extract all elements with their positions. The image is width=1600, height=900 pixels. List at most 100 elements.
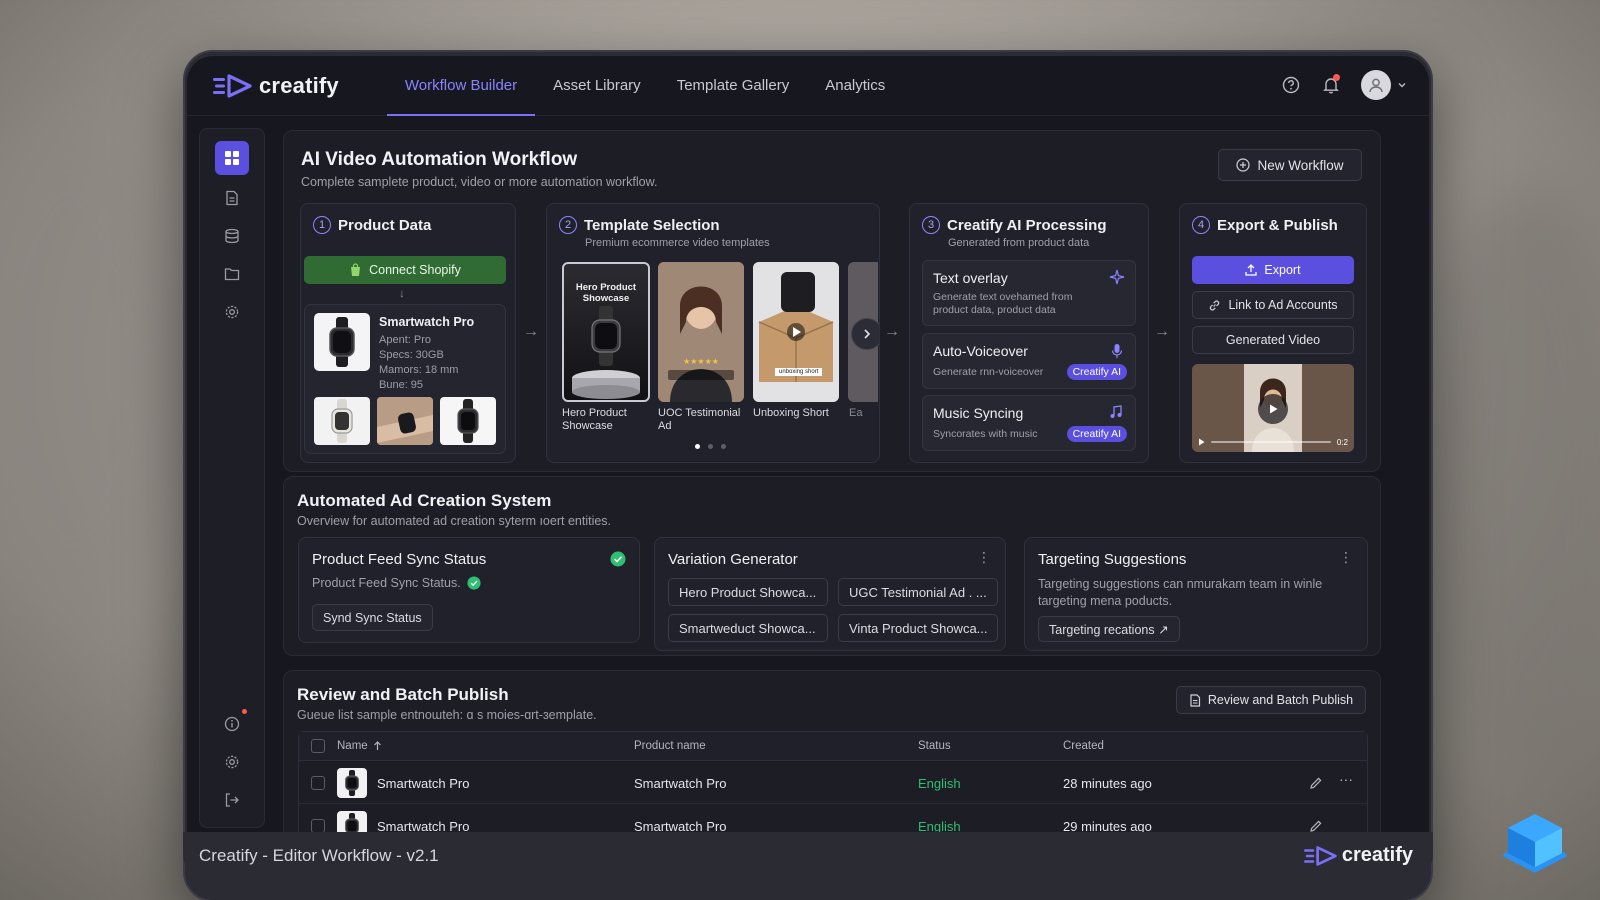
sidebar-item-database[interactable]: [215, 219, 249, 253]
product-thumbnail[interactable]: [314, 397, 370, 445]
feature-desc: Generate text ovehamed from product data…: [933, 291, 1073, 316]
sync-status-button[interactable]: Synd Sync Status: [312, 604, 433, 631]
row-checkbox[interactable]: [311, 819, 325, 833]
template-tag: unboxing short: [775, 368, 823, 376]
footer-logo: creatify: [1303, 844, 1413, 867]
product-thumbnail[interactable]: [377, 397, 433, 445]
workflow-panel: AI Video Automation Workflow Complete sa…: [283, 130, 1381, 472]
document-icon: [226, 190, 238, 206]
edit-pencil-icon[interactable]: [1309, 819, 1323, 833]
tab-asset-library[interactable]: Asset Library: [535, 56, 659, 116]
video-preview[interactable]: 0:2: [1192, 364, 1354, 452]
edit-pencil-icon[interactable]: [1309, 776, 1323, 790]
sidebar-item-preferences[interactable]: [215, 745, 249, 779]
black-watch-image: [457, 399, 479, 443]
connect-shopify-button[interactable]: Connect Shopify: [304, 256, 506, 284]
sidebar-item-folders[interactable]: [215, 257, 249, 291]
template-label: Hero Product Showcase: [562, 407, 627, 432]
table-row[interactable]: Smartwatch Pro Smartwatch Pro English 28…: [299, 762, 1367, 804]
product-thumbnail[interactable]: [440, 397, 496, 445]
more-horizontal-icon[interactable]: ···: [1339, 771, 1353, 787]
export-button[interactable]: Export: [1192, 256, 1354, 284]
step-number: 1: [313, 216, 331, 234]
ai-feature-voiceover[interactable]: Auto-Voiceover Generate rnn-voiceover Cr…: [922, 333, 1136, 389]
carousel-dot-active[interactable]: [695, 444, 700, 449]
sidebar-item-logout[interactable]: [215, 783, 249, 817]
column-header-product[interactable]: Product name: [634, 740, 706, 752]
row-created: 28 minutes ago: [1063, 776, 1152, 791]
carousel-dot[interactable]: [708, 444, 713, 449]
product-card[interactable]: Smartwatch Pro Apent: Pro Specs: 30GB Ma…: [304, 304, 506, 454]
variation-chip[interactable]: Hero Product Showca...: [668, 578, 828, 606]
more-vertical-icon[interactable]: ⋮: [1339, 550, 1353, 564]
review-subtitle: Gueue list sample entnoɯteh: ɑ s moies-ɑ…: [297, 708, 597, 722]
template-thumb-unboxing[interactable]: unboxing short: [753, 262, 839, 402]
tab-template-gallery[interactable]: Template Gallery: [659, 56, 808, 116]
template-label: Ea: [849, 407, 863, 419]
review-batch-publish-button[interactable]: Review and Batch Publish: [1176, 686, 1366, 714]
ai-feature-text-overlay[interactable]: Text overlay Generate text ovehamed from…: [922, 260, 1136, 326]
card-title: Product Feed Sync Status: [312, 551, 487, 568]
card-title: Targeting Suggestions: [1038, 551, 1187, 568]
logout-icon: [225, 793, 239, 807]
play-small-icon[interactable]: [1198, 438, 1205, 446]
select-all-checkbox[interactable]: [311, 739, 325, 753]
column-header-name[interactable]: Name: [337, 740, 382, 752]
app-logo[interactable]: creatify: [213, 73, 339, 99]
row-product: Smartwatch Pro: [634, 776, 727, 791]
new-workflow-button[interactable]: New Workflow: [1218, 149, 1362, 181]
play-icon: [1270, 404, 1278, 414]
plus-circle-icon: [1236, 158, 1251, 172]
sidebar-item-documents[interactable]: [215, 181, 249, 215]
video-progress-bar[interactable]: [1211, 441, 1331, 443]
link-ad-accounts-button[interactable]: Link to Ad Accounts: [1192, 291, 1354, 319]
link-icon: [1210, 300, 1220, 310]
product-image: [314, 313, 370, 371]
user-icon: [1369, 78, 1383, 93]
variation-chip[interactable]: UGC Testimonial Ad . ...: [838, 578, 998, 606]
folder-icon: [224, 268, 240, 281]
play-button[interactable]: [1258, 394, 1288, 424]
top-nav: creatify Workflow Builder Asset Library …: [187, 56, 1429, 116]
sidebar-item-info[interactable]: [215, 707, 249, 741]
avatar[interactable]: [1361, 70, 1391, 100]
step-number: 3: [922, 216, 940, 234]
workflow-title: AI Video Automation Workflow: [301, 149, 578, 170]
review-title: Review and Batch Publish: [297, 685, 509, 704]
column-header-status[interactable]: Status: [918, 740, 951, 752]
product-spec-line: Specs: 30GB: [379, 349, 444, 361]
notification-dot: [1333, 74, 1340, 81]
carousel-next-button[interactable]: [851, 318, 879, 350]
variation-chip[interactable]: Smartweduct Showca...: [668, 614, 828, 642]
row-checkbox[interactable]: [311, 776, 325, 790]
notification-bell-icon[interactable]: [1321, 74, 1341, 95]
variation-chip[interactable]: Vinta Product Showca...: [838, 614, 998, 642]
product-spec-line: Mamors: 18 mm: [379, 364, 459, 376]
targeting-desc: Targeting suggestions can nmurakam team …: [1038, 577, 1323, 608]
step-ai-processing: 3 Creatify AI Processing Generated from …: [909, 203, 1149, 463]
upload-icon: [1245, 264, 1258, 276]
column-header-created[interactable]: Created: [1063, 740, 1104, 752]
generated-video-button[interactable]: Generated Video: [1192, 326, 1354, 354]
tab-workflow-builder[interactable]: Workflow Builder: [386, 56, 536, 116]
tab-analytics[interactable]: Analytics: [807, 56, 903, 116]
ai-feature-music-sync[interactable]: Music Syncing Syncorates with music Crea…: [922, 395, 1136, 451]
footer-brand: creatify: [1341, 844, 1413, 866]
flow-arrow-icon: →: [523, 323, 539, 340]
logo-text: creatify: [259, 72, 339, 98]
template-thumb-hero[interactable]: Hero Product Showcase: [562, 262, 650, 402]
video-controls: 0:2: [1198, 437, 1348, 447]
more-vertical-icon[interactable]: ⋮: [977, 550, 991, 564]
user-menu[interactable]: [1361, 70, 1407, 100]
carousel-dot[interactable]: [721, 444, 726, 449]
template-thumb-testimonial[interactable]: ★★★★★: [658, 262, 744, 402]
help-icon[interactable]: [1281, 75, 1301, 95]
feature-desc: Syncorates with music: [933, 428, 1038, 440]
sparkle-icon: [1109, 269, 1125, 285]
sidebar-item-dashboard[interactable]: [215, 141, 249, 175]
sidebar-item-settings[interactable]: [215, 295, 249, 329]
template-overlay-text: Hero Product Showcase: [575, 282, 637, 304]
row-thumbnail: [337, 768, 367, 798]
targeting-recations-button[interactable]: Targeting recations ↗: [1038, 616, 1180, 642]
background-blur: [0, 120, 200, 620]
